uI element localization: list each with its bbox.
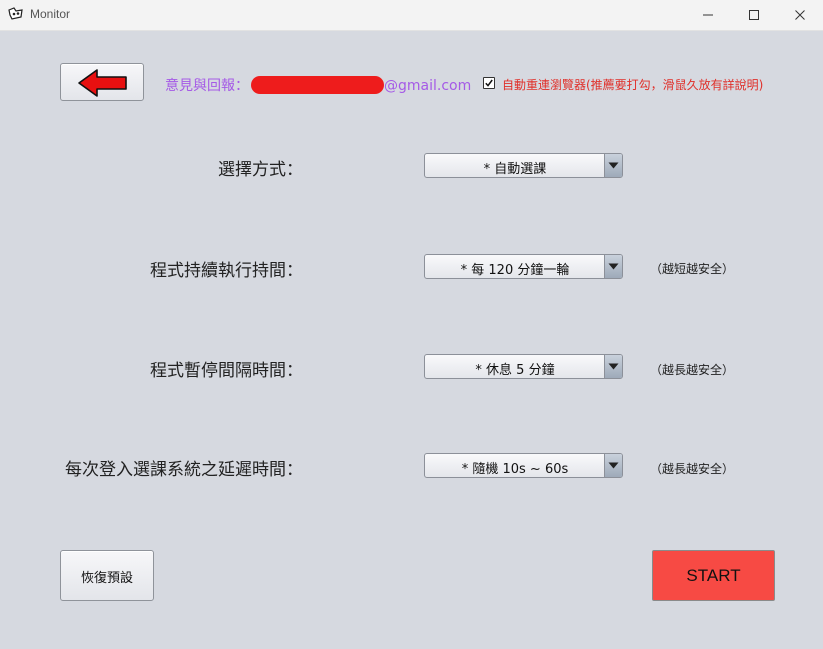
auto-reconnect-checkbox[interactable] (483, 77, 495, 89)
dropdown-value: * 休息 5 分鐘 (475, 363, 555, 378)
dropdown-arrow[interactable] (604, 355, 622, 378)
minimize-icon (703, 14, 713, 16)
run-duration-label: 程式持續執行持間： (150, 261, 303, 281)
pause-interval-dropdown[interactable]: * 休息 5 分鐘 (424, 354, 623, 379)
window-title: Monitor (30, 7, 71, 21)
feedback-label: 意見與回報： (165, 78, 249, 94)
back-arrow-icon (78, 69, 127, 97)
feedback-contact: 意見與回報： @gmail.com (165, 75, 471, 95)
run-duration-dropdown[interactable]: * 每 120 分鐘一輪 (424, 254, 623, 279)
start-button[interactable]: START (652, 550, 775, 601)
feedback-email-suffix: @gmail.com (384, 78, 472, 94)
selection-mode-label: 選擇方式： (218, 160, 303, 180)
reset-defaults-button[interactable]: 恢復預設 (60, 550, 154, 601)
selection-mode-dropdown[interactable]: * 自動選課 (424, 153, 623, 178)
dropdown-arrow[interactable] (604, 154, 622, 177)
title-bar: Monitor (0, 0, 823, 31)
auto-reconnect-label[interactable]: 自動重連瀏覽器(推薦要打勾，滑鼠久放有詳說明) (502, 76, 763, 93)
maximize-button[interactable] (731, 0, 777, 30)
chevron-down-icon (608, 462, 619, 469)
close-icon (795, 10, 805, 20)
dropdown-value: * 隨機 10s ~ 60s (461, 462, 569, 477)
chevron-down-icon (608, 263, 619, 270)
dropdown-arrow[interactable] (604, 255, 622, 278)
back-button[interactable] (60, 63, 144, 101)
close-button[interactable] (777, 0, 823, 30)
pause-interval-hint: （越長越安全） (650, 363, 735, 377)
login-delay-hint: （越長越安全） (650, 462, 735, 476)
dropdown-value: * 每 120 分鐘一輪 (460, 263, 570, 278)
start-label: START (686, 566, 741, 585)
minimize-button[interactable] (685, 0, 731, 30)
reset-defaults-label: 恢復預設 (80, 571, 133, 586)
login-delay-label: 每次登入選課系統之延遲時間： (65, 460, 303, 480)
dropdown-arrow[interactable] (604, 454, 622, 477)
maximize-icon (749, 10, 759, 20)
chevron-down-icon (608, 363, 619, 370)
pause-interval-label: 程式暫停間隔時間： (150, 361, 303, 381)
checkmark-icon (485, 79, 493, 87)
chevron-down-icon (608, 162, 619, 169)
dropdown-value: * 自動選課 (483, 162, 547, 177)
login-delay-dropdown[interactable]: * 隨機 10s ~ 60s (424, 453, 623, 478)
app-icon (8, 7, 23, 20)
run-duration-hint: （越短越安全） (650, 262, 735, 276)
redacted-email (251, 76, 384, 94)
main-panel: 意見與回報： @gmail.com 自動重連瀏覽器(推薦要打勾，滑鼠久放有詳說明)… (0, 31, 823, 649)
